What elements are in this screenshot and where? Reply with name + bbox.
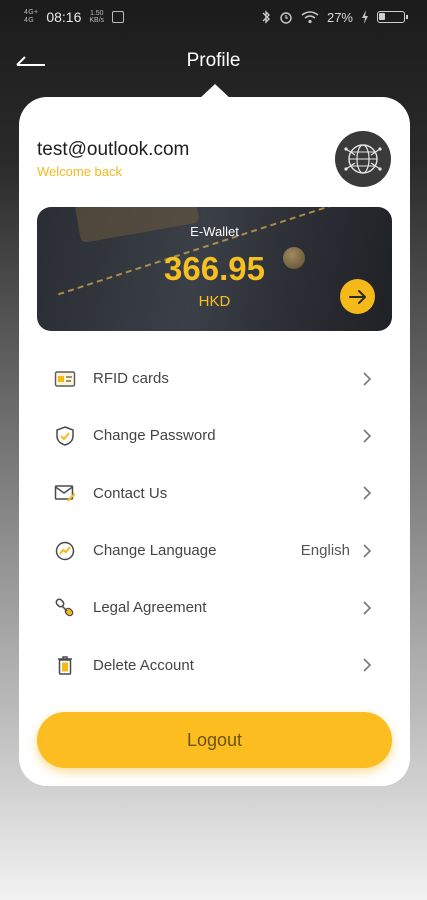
battery-percent: 27% — [326, 9, 353, 25]
chevron-right-icon — [360, 486, 374, 500]
battery-fill — [379, 13, 385, 20]
menu-item-contact-us[interactable]: Contact Us — [19, 465, 410, 522]
header: Profile — [0, 40, 427, 82]
menu-item-change-language[interactable]: Change Language English — [19, 522, 410, 579]
page-title: Profile — [186, 50, 241, 71]
wallet-currency: HKD — [198, 293, 231, 310]
alarm-icon — [280, 12, 292, 24]
e-wallet-card[interactable]: E-Wallet 366.95 HKD — [37, 207, 392, 331]
chevron-right-icon — [360, 429, 374, 443]
menu-item-delete-account[interactable]: Delete Account — [19, 636, 410, 693]
network-label-bottom: 4G — [24, 17, 34, 24]
status-time: 08:16 — [46, 9, 82, 25]
battery-icon — [377, 11, 408, 23]
menu-item-label: Contact Us — [93, 484, 168, 502]
chevron-right-icon — [360, 543, 374, 558]
wifi-icon — [301, 11, 319, 24]
chevron-right-icon — [360, 372, 374, 386]
menu-item-rfid-cards[interactable]: RFID cards — [19, 350, 410, 407]
network-indicator: 4G+ 4G — [24, 9, 38, 25]
back-button[interactable] — [14, 46, 48, 76]
arrow-left-icon — [16, 56, 45, 66]
chevron-right-icon — [360, 658, 374, 672]
wallet-title: E-Wallet — [190, 224, 239, 239]
menu-item-legal-agreement[interactable]: Legal Agreement — [19, 579, 410, 636]
chevron-right-icon — [360, 601, 374, 615]
menu-item-label: Change Language — [93, 542, 217, 560]
speed-unit: KB/s — [89, 17, 105, 24]
welcome-text: Welcome back — [37, 164, 123, 179]
current-language-value: English — [300, 542, 350, 560]
menu-item-change-password[interactable]: Change Password — [19, 407, 410, 464]
network-label-top: 4G+ — [24, 9, 39, 16]
arrow-right-icon — [348, 289, 366, 304]
shield-check-icon — [53, 424, 77, 448]
language-icon — [53, 539, 77, 563]
globe-network-icon — [344, 144, 382, 174]
profile-card: test@outlook.com Welcome back E-Wallet 3… — [19, 97, 410, 786]
menu-item-label: RFID cards — [93, 370, 169, 388]
avatar[interactable] — [335, 131, 391, 187]
logout-button[interactable]: Logout — [37, 712, 392, 768]
wallet-open-button[interactable] — [340, 279, 375, 314]
link-icon — [53, 596, 77, 620]
wallet-balance: 366.95 — [164, 250, 265, 287]
notification-app-icon — [112, 11, 125, 23]
menu-item-label: Delete Account — [93, 656, 194, 674]
menu-item-label: Change Password — [93, 427, 216, 445]
speed-value: 1.50 — [89, 10, 104, 17]
status-left: 4G+ 4G 08:16 1.50 KB/s — [24, 9, 125, 25]
status-bar: 4G+ 4G 08:16 1.50 KB/s 27% — [0, 0, 427, 34]
charging-icon — [362, 10, 368, 24]
status-right: 27% — [261, 9, 408, 25]
logout-label: Logout — [186, 729, 243, 750]
trash-icon — [53, 653, 77, 677]
network-speed: 1.50 KB/s — [89, 10, 104, 24]
profile-menu: RFID cards Change Password Contact Us Ch… — [19, 350, 410, 694]
menu-item-label: Legal Agreement — [93, 599, 207, 617]
mail-icon — [53, 481, 77, 505]
bluetooth-icon — [262, 10, 270, 24]
user-email: test@outlook.com — [37, 139, 190, 160]
rfid-card-icon — [53, 367, 77, 391]
